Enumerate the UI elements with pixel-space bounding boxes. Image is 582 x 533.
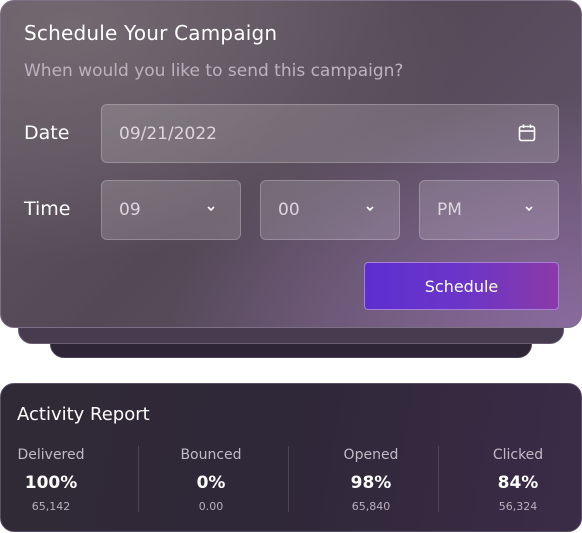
minute-value: 00 [278, 200, 300, 220]
date-value: 09/21/2022 [119, 123, 217, 144]
stat-count: 56,324 [498, 500, 538, 513]
stat-value: 100% [24, 473, 78, 493]
stat-divider [288, 446, 289, 512]
stat-divider [138, 446, 139, 512]
activity-title: Activity Report [17, 404, 150, 425]
stage: Schedule Your Campaign When would you li… [0, 0, 582, 533]
activity-report-card: Activity Report Delivered 100% 65,142 Bo… [0, 383, 582, 532]
minute-select[interactable]: 00 [260, 180, 400, 240]
hour-select[interactable]: 09 [101, 180, 241, 240]
stat-value: 0% [196, 473, 226, 493]
card-title: Schedule Your Campaign [24, 21, 278, 45]
stat-label: Clicked [492, 447, 544, 463]
calendar-icon[interactable] [517, 123, 537, 143]
ampm-select[interactable]: PM [419, 180, 559, 240]
stat-divider [438, 446, 439, 512]
chevron-down-icon [525, 206, 533, 212]
stat-delivered: Delivered 100% 65,142 [0, 447, 121, 513]
stat-clicked: Clicked 84% 56,324 [448, 447, 582, 513]
stat-value: 84% [497, 473, 539, 493]
stat-label: Opened [343, 447, 399, 463]
stat-count: 0.00 [198, 500, 224, 513]
stat-bounced: Bounced 0% 0.00 [141, 447, 281, 513]
time-label: Time [24, 198, 71, 220]
stat-label: Bounced [180, 447, 242, 463]
chevron-down-icon [366, 206, 374, 212]
schedule-button[interactable]: Schedule [364, 262, 559, 310]
hour-value: 09 [119, 200, 141, 220]
stat-label: Delivered [17, 447, 85, 463]
schedule-campaign-card: Schedule Your Campaign When would you li… [0, 0, 582, 328]
stat-opened: Opened 98% 65,840 [301, 447, 441, 513]
ampm-value: PM [437, 200, 462, 220]
stat-count: 65,142 [31, 500, 71, 513]
card-subtitle: When would you like to send this campaig… [24, 61, 404, 81]
date-label: Date [24, 122, 70, 144]
stat-value: 98% [350, 473, 392, 493]
stat-count: 65,840 [351, 500, 391, 513]
date-input[interactable]: 09/21/2022 [101, 104, 559, 163]
chevron-down-icon [207, 206, 215, 212]
